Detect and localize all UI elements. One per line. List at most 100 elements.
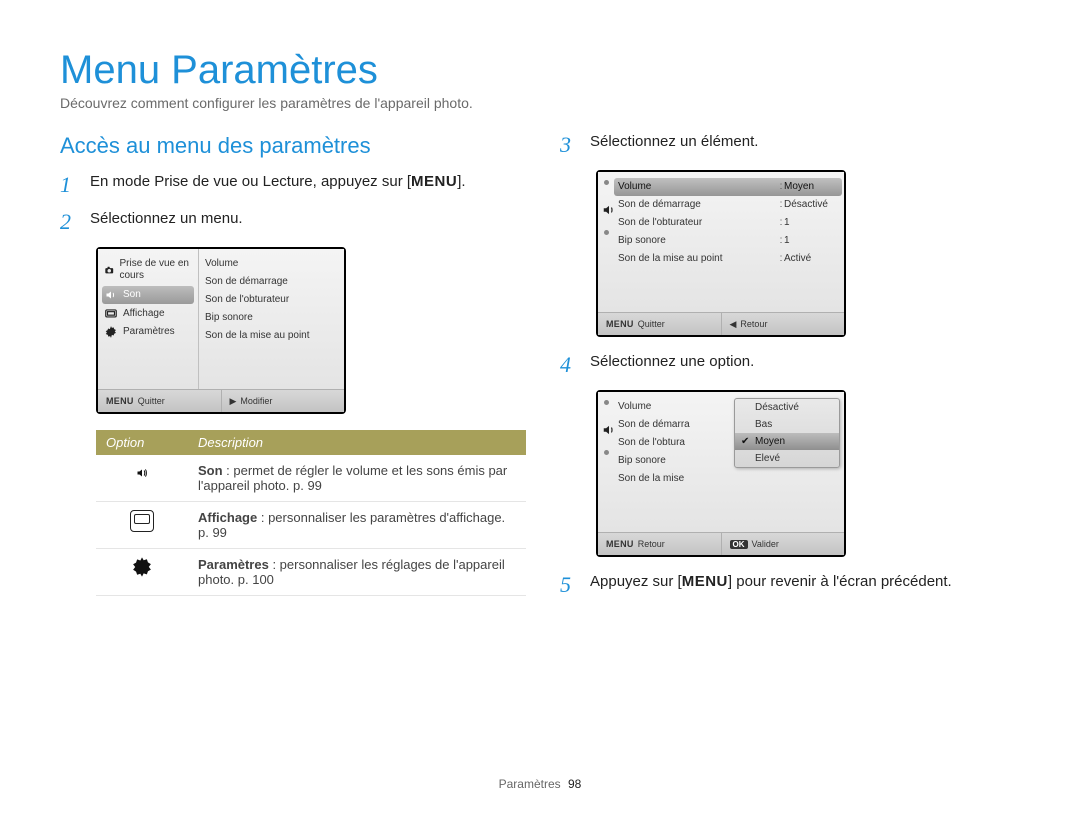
menu-icon: MENU [106,396,134,406]
footer-section: Paramètres [499,777,561,791]
page: Menu Paramètres Découvrez comment config… [0,0,1080,815]
right-column: 3 Sélectionnez un élément. Volume: [560,133,1020,610]
speaker-icon [104,289,118,301]
option-description: Affichage : personnaliser les paramètres… [188,502,526,549]
settings-list: Volume:Moyen Son de démarrage:Désactivé … [598,172,844,312]
menu-button-label: MENU [682,573,728,590]
step-text: Sélectionnez un élément. [590,133,1020,150]
menu-item-sound[interactable]: Son [102,286,194,304]
submenu-item[interactable]: Volume [199,255,344,273]
footer-left[interactable]: MENU Quitter [98,390,221,412]
step-text: Appuyez sur [MENU] pour revenir à l'écra… [590,573,1020,590]
option-icon-cell [96,455,188,502]
footer-left-label: Quitter [638,319,665,329]
table-row: Paramètres : personnaliser les réglages … [96,549,526,596]
step-number: 1 [60,173,78,196]
speaker-icon [602,203,611,212]
menu-item-display[interactable]: Affichage [98,305,198,323]
step-text: Sélectionnez un menu. [90,210,520,227]
step-number: 3 [560,133,578,156]
step-5: 5 Appuyez sur [MENU] pour revenir à l'éc… [560,573,1020,596]
list-item[interactable]: Volume:Moyen [614,178,842,196]
submenu-item[interactable]: Son de l'obturateur [199,291,344,309]
options-table: Option Description Son : permet de régle… [96,430,526,596]
footer-right[interactable]: OK Valider [721,533,845,555]
list-item[interactable]: Son de démarrage:Désactivé [616,196,840,214]
display-icon [104,308,118,320]
footer-right[interactable]: ▶ Modifier [221,390,345,412]
page-title: Menu Paramètres [60,48,1020,93]
menu-item-label: Paramètres [123,326,175,338]
section-heading: Accès au menu des paramètres [60,133,520,159]
option-description: Paramètres : personnaliser les réglages … [188,549,526,596]
scroll-indicator [604,400,608,504]
dot-icon [604,230,609,235]
volume-dropdown[interactable]: Désactivé Bas ✔Moyen Elevé [734,398,840,468]
menu-icon: MENU [606,539,634,549]
page-footer: Paramètres 98 [0,777,1080,791]
chevron-right-icon: ▶ [230,396,237,407]
screen-left-pane: Prise de vue en cours Son [98,249,199,389]
menu-icon: MENU [606,319,634,329]
submenu-item[interactable]: Son de la mise au point [199,327,344,345]
dropdown-option[interactable]: Désactivé [735,399,839,416]
dot-icon [604,180,609,185]
table-row: Son : permet de régler le volume et les … [96,455,526,502]
option-name: Affichage [198,510,257,525]
dropdown-option[interactable]: Bas [735,416,839,433]
camera-screen-elements: Volume:Moyen Son de démarrage:Désactivé … [596,170,846,337]
option-description: Son : permet de régler le volume et les … [188,455,526,502]
option-name: Paramètres [198,557,269,572]
footer-left[interactable]: MENU Quitter [598,313,721,335]
page-subtitle: Découvrez comment configurer les paramèt… [60,95,1020,111]
menu-button-label: MENU [411,173,457,190]
dropdown-option[interactable]: Elevé [735,450,839,467]
footer-page-number: 98 [568,777,581,791]
step-2: 2 Sélectionnez un menu. [60,210,520,233]
screen-body: Prise de vue en cours Son [98,249,344,389]
step-3: 3 Sélectionnez un élément. [560,133,1020,156]
th-description: Description [188,430,526,455]
footer-right-label: Valider [752,539,779,549]
step-4: 4 Sélectionnez une option. [560,353,1020,376]
gear-icon [131,557,153,577]
menu-item-shooting[interactable]: Prise de vue en cours [98,255,198,285]
option-name: Son [198,463,223,478]
footer-right-label: Retour [740,319,767,329]
speaker-icon [131,463,153,483]
screen-right-pane: Volume Son de démarrage Son de l'obturat… [199,249,344,389]
footer-left-label: Quitter [138,396,165,406]
gear-icon [104,326,118,338]
footer-right-label: Modifier [240,396,272,406]
list-item[interactable]: Bip sonore:1 [616,232,840,250]
camera-screen-menu: Prise de vue en cours Son [96,247,346,414]
step-1: 1 En mode Prise de vue ou Lecture, appuy… [60,173,520,196]
display-icon [130,510,154,532]
th-option: Option [96,430,188,455]
dot-icon [604,450,609,455]
chevron-left-icon: ◀ [730,319,737,330]
footer-right[interactable]: ◀ Retour [721,313,845,335]
submenu-item[interactable]: Bip sonore [199,309,344,327]
menu-item-settings[interactable]: Paramètres [98,323,198,341]
step-text: En mode Prise de vue ou Lecture, appuyez… [90,173,520,190]
dot-icon [604,400,609,405]
dropdown-option-selected[interactable]: ✔Moyen [735,433,839,450]
content-columns: Accès au menu des paramètres 1 En mode P… [60,133,1020,610]
table-row: Affichage : personnaliser les paramètres… [96,502,526,549]
step-text: Sélectionnez une option. [590,353,1020,370]
screen-body: Volume Son de démarra Son de l'obtura Bi… [598,392,844,532]
option-icon-cell [96,502,188,549]
screen-footer: MENU Retour OK Valider [598,532,844,555]
camera-icon [104,264,115,276]
step-number: 5 [560,573,578,596]
step1-post: ]. [457,173,465,190]
list-item[interactable]: Son de la mise au point:Activé [616,250,840,268]
list-item[interactable]: Son de l'obturateur:1 [616,214,840,232]
camera-screen-options: Volume Son de démarra Son de l'obtura Bi… [596,390,846,557]
step-number: 4 [560,353,578,376]
footer-left[interactable]: MENU Retour [598,533,721,555]
check-icon: ✔ [741,436,751,447]
submenu-item[interactable]: Son de démarrage [199,273,344,291]
step1-pre: En mode Prise de vue ou Lecture, appuyez… [90,173,411,190]
